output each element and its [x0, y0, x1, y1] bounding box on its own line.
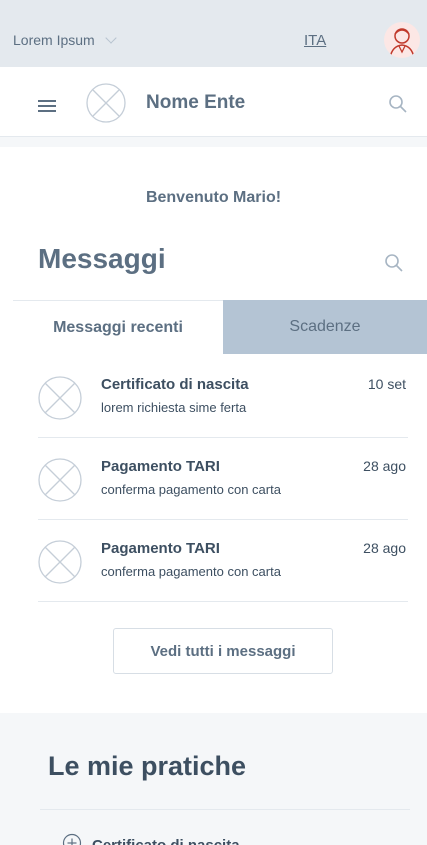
message-subject: Certificato di nascita — [101, 376, 249, 393]
search-icon[interactable] — [388, 94, 408, 119]
plus-circle-icon — [62, 833, 82, 845]
organization-selector[interactable]: Lorem Ipsum — [13, 31, 117, 48]
tab-recent-messages[interactable]: Messaggi recenti — [13, 300, 223, 354]
message-item[interactable]: Pagamento TARI conferma pagamento con ca… — [38, 520, 408, 602]
placeholder-image-icon — [38, 376, 82, 425]
chevron-down-icon — [105, 31, 117, 44]
message-snippet: lorem richiesta sime ferta — [101, 400, 247, 415]
message-snippet: conferma pagamento con carta — [101, 482, 281, 497]
header-separator — [0, 137, 427, 147]
practices-section: Le mie pratiche Certificato di nascita — [0, 713, 427, 845]
see-all-messages-button[interactable]: Vedi tutti i messaggi — [113, 628, 333, 674]
message-item[interactable]: Pagamento TARI conferma pagamento con ca… — [38, 438, 408, 520]
language-selector[interactable]: ITA — [304, 32, 326, 49]
hamburger-menu-icon[interactable] — [38, 100, 56, 112]
search-icon[interactable] — [384, 253, 404, 278]
message-subject: Pagamento TARI — [101, 540, 220, 557]
entity-name[interactable]: Nome Ente — [146, 92, 245, 114]
user-avatar-icon[interactable] — [384, 22, 420, 58]
placeholder-image-icon — [38, 458, 82, 507]
messages-tabs: Messaggi recenti Scadenze — [13, 300, 427, 354]
messages-title: Messaggi — [38, 243, 166, 274]
practices-title: Le mie pratiche — [48, 751, 247, 781]
welcome-message: Benvenuto Mario! — [145, 189, 282, 206]
practice-item-label: Certificato di nascita — [92, 836, 240, 845]
message-date: 28 ago — [363, 540, 406, 556]
message-date: 28 ago — [363, 458, 406, 474]
organization-label: Lorem Ipsum — [13, 32, 95, 48]
practice-item[interactable]: Certificato di nascita — [62, 833, 240, 845]
placeholder-image-icon — [86, 83, 126, 128]
site-header: Nome Ente — [0, 67, 427, 137]
top-utility-bar: Lorem Ipsum ITA — [0, 0, 427, 67]
message-subject: Pagamento TARI — [101, 458, 220, 475]
placeholder-image-icon — [38, 540, 82, 589]
message-item[interactable]: Certificato di nascita lorem richiesta s… — [38, 356, 408, 438]
divider — [40, 809, 410, 810]
tab-deadlines[interactable]: Scadenze — [223, 300, 427, 354]
message-snippet: conferma pagamento con carta — [101, 564, 281, 579]
message-date: 10 set — [367, 376, 406, 392]
